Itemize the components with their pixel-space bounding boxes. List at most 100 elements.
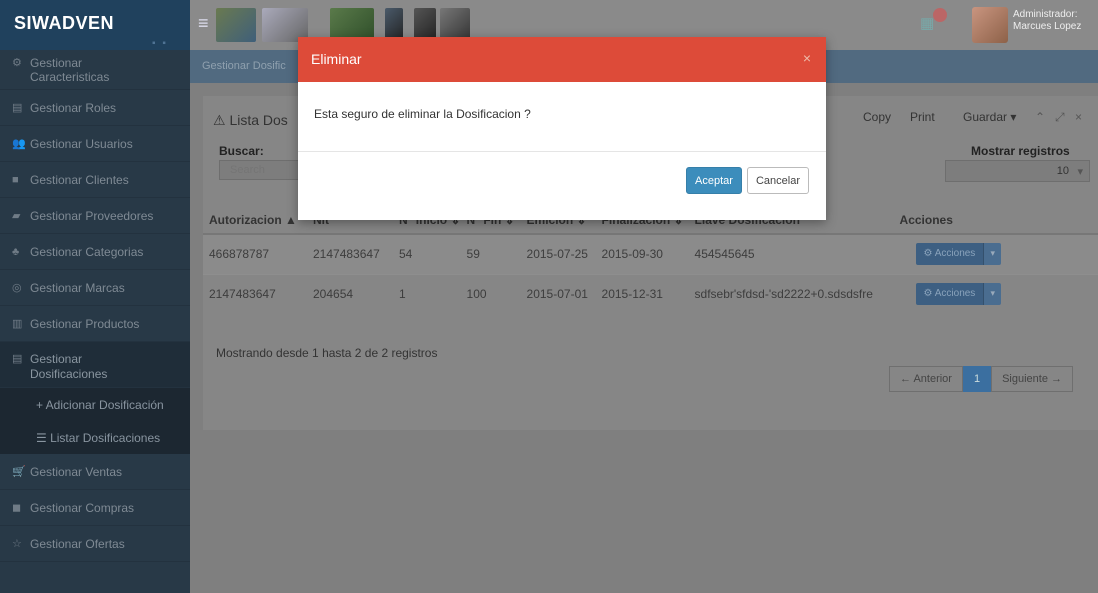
save-dropdown[interactable]: Guardar ▾ — [963, 110, 1016, 124]
expand-icon[interactable]: ⤢ — [1055, 110, 1065, 125]
modal-body: Esta seguro de eliminar la Dosificacion … — [298, 82, 826, 152]
sidebar-item-dosificaciones[interactable]: ▤ Gestionar Dosificaciones — [0, 342, 190, 388]
table-cell: 100 — [460, 273, 521, 314]
sidebar-item-usuarios[interactable]: 👥 Gestionar Usuarios — [0, 126, 190, 162]
table-cell: 204654 — [307, 273, 393, 314]
sidebar-item-label: Gestionar Categorias — [30, 244, 144, 259]
sidebar-item-caracteristicas[interactable]: ⚙ Gestionar Caracteristicas — [0, 50, 190, 90]
table-cell: 466878787 — [203, 233, 307, 274]
caret-down-icon[interactable]: ▾ — [983, 243, 1002, 266]
table-cell: 454545645 — [688, 233, 894, 274]
table-row: 2147483647 204654 1 100 2015-07-01 2015-… — [203, 273, 1098, 314]
table-cell: 1 — [393, 273, 461, 314]
bag-icon: ◼ — [12, 502, 22, 514]
dosificaciones-table: Autorizacion ▲ Nit N° Inicio ⇕ N° Fin ⇕ … — [203, 206, 1098, 314]
sidebar-item-categorias[interactable]: ♣ Gestionar Categorias — [0, 234, 190, 270]
sidebar-item-label: Gestionar Ofertas — [30, 536, 125, 551]
pagination: ← Anterior 1 Siguiente → — [889, 366, 1074, 392]
breadcrumb-text: Gestionar Dosific — [202, 60, 286, 72]
pagination-page-1[interactable]: 1 — [962, 366, 992, 392]
pagination-next[interactable]: Siguiente → — [991, 366, 1074, 392]
cancel-button[interactable]: Cancelar — [746, 167, 809, 194]
table-cell: 2147483647 — [307, 233, 393, 274]
actions-text: Acciones — [934, 288, 976, 300]
sidebar-item-label: Gestionar Ventas — [30, 464, 123, 479]
actions-text: Acciones — [934, 248, 976, 260]
delete-modal: Eliminar × Esta seguro de eliminar la Do… — [298, 37, 826, 220]
sidebar-subitem-listar[interactable]: ☰ Listar Dosificaciones — [0, 421, 190, 454]
actions-label: ⚙ Acciones — [915, 283, 984, 306]
sidebar-item-productos[interactable]: ▥ Gestionar Productos — [0, 306, 190, 342]
sidebar-item-ventas[interactable]: 🛒 Gestionar Ventas — [0, 454, 190, 490]
sitemap-icon: ♣ — [12, 245, 20, 258]
brand-text: SIWADVEN — [14, 13, 115, 33]
menu-toggle-icon[interactable]: ≡ — [198, 13, 209, 34]
notification-badge[interactable] — [933, 8, 947, 22]
sidebar-subitem-label: ☰ Listar Dosificaciones — [36, 430, 161, 445]
chevron-down-icon: ▾ — [1077, 166, 1083, 178]
sidebar-subitem-adicionar[interactable]: + Adicionar Dosificación — [0, 388, 190, 421]
brand-logo[interactable]: SIWADVEN ▪ ▪ — [0, 0, 190, 50]
actions-button[interactable]: ⚙ Acciones ▾ — [915, 243, 1002, 266]
column-header[interactable]: Acciones — [893, 206, 1098, 235]
table-cell: 2147483647 — [203, 273, 307, 314]
sidebar-item-label: Gestionar Proveedores — [30, 208, 154, 223]
sidebar-item-label: Gestionar Productos — [30, 316, 140, 331]
list-icon: ▤ — [12, 102, 23, 114]
table-row: 466878787 2147483647 54 59 2015-07-25 20… — [203, 233, 1098, 274]
copy-button[interactable]: Copy — [863, 110, 891, 124]
table-cell: 2015-07-01 — [520, 273, 596, 314]
table-cell: 54 — [393, 233, 461, 274]
star-icon: ☆ — [12, 538, 22, 550]
table-cell: ⚙ Acciones ▾ — [893, 233, 1098, 274]
modal-title: Eliminar — [311, 51, 362, 67]
user-menu[interactable]: Administrador: Marcues Lopez — [1013, 9, 1081, 33]
show-records-value: 10 — [1056, 165, 1069, 177]
sidebar-item-label: Gestionar Dosificaciones — [30, 352, 108, 381]
sidebar-item-roles[interactable]: ▤ Gestionar Roles — [0, 90, 190, 126]
sidebar-item-label: Gestionar Caracteristicas — [30, 56, 110, 84]
user-role: Administrador: — [1013, 9, 1078, 20]
actions-label: ⚙ Acciones — [915, 243, 984, 266]
actions-button[interactable]: ⚙ Acciones ▾ — [915, 283, 1002, 306]
sidebar-item-label: Gestionar Marcas — [30, 280, 125, 295]
sidebar-item-compras[interactable]: ◼ Gestionar Compras — [0, 490, 190, 526]
user-name: Marcues Lopez — [1013, 21, 1082, 32]
sidebar: ⚙ Gestionar Caracteristicas ▤ Gestionar Ro… — [0, 50, 190, 593]
users-icon: 👥 — [12, 138, 26, 150]
pagination-prev[interactable]: ← Anterior — [889, 366, 963, 392]
file-icon: ▤ — [12, 353, 23, 365]
show-records-select[interactable]: 10 ▾ — [945, 160, 1090, 182]
modal-header: Eliminar × — [298, 37, 826, 82]
modal-message: Esta seguro de eliminar la Dosificacion … — [314, 107, 531, 121]
sidebar-item-clientes[interactable]: ■ Gestionar Clientes — [0, 162, 190, 198]
gears-icon: ⚙ — [12, 57, 22, 69]
table-cell: 59 — [460, 233, 521, 274]
clients-icon: ■ — [12, 173, 19, 186]
table-cell: 2015-12-31 — [595, 273, 689, 314]
tag-icon: ◎ — [12, 282, 22, 294]
sidebar-item-ofertas[interactable]: ☆ Gestionar Ofertas — [0, 526, 190, 562]
cart-icon: 🛒 — [12, 466, 26, 478]
avatar[interactable] — [972, 7, 1008, 43]
archive-icon: ▥ — [12, 318, 23, 330]
caret-down-icon[interactable]: ▾ — [983, 283, 1002, 306]
sidebar-item-label: Gestionar Roles — [30, 100, 117, 115]
accept-button[interactable]: Aceptar — [686, 167, 742, 194]
truck-icon: ▰ — [12, 210, 21, 222]
brand-dots: ▪ ▪ — [152, 38, 168, 49]
print-button[interactable]: Print — [910, 110, 935, 124]
sidebar-item-proveedores[interactable]: ▰ Gestionar Proveedores — [0, 198, 190, 234]
box-title-text: Lista Dos — [229, 112, 288, 128]
collapse-icon[interactable]: ⌃ — [1035, 110, 1045, 124]
close-box-icon[interactable]: × — [1075, 110, 1082, 124]
sidebar-item-marcas[interactable]: ◎ Gestionar Marcas — [0, 270, 190, 306]
table-cell: sdfsebr'sfdsd-'sd2222+0.sdsdsfre — [688, 273, 894, 314]
close-icon[interactable]: × — [803, 50, 811, 66]
column-header[interactable]: Autorizacion ▲ — [203, 206, 307, 235]
table-cell: ⚙ Acciones ▾ — [893, 273, 1098, 314]
sidebar-item-label: Gestionar Usuarios — [30, 136, 133, 151]
product-thumbnail-1[interactable] — [216, 8, 256, 42]
sidebar-subitem-label: + Adicionar Dosificación — [36, 397, 164, 412]
search-input[interactable] — [219, 160, 299, 180]
